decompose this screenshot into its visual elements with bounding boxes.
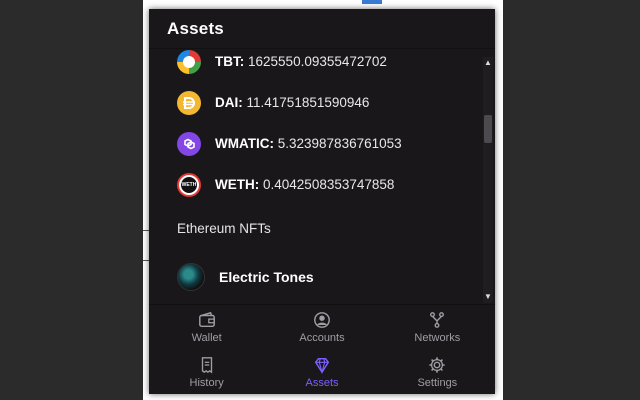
- token-symbol: WETH:: [215, 177, 260, 192]
- token-row-dai[interactable]: DAI: 11.41751851590946: [149, 82, 479, 123]
- nav-label: History: [189, 377, 224, 389]
- nft-row[interactable]: Electric Tones: [149, 253, 479, 301]
- diamond-icon: [314, 357, 330, 374]
- weth-token-icon: WETH: [177, 172, 201, 197]
- scroll-down-arrow-icon[interactable]: ▼: [483, 291, 493, 303]
- nav-label: Assets: [305, 377, 339, 389]
- token-balance: TBT: 1625550.09355472702: [215, 54, 387, 69]
- page-title: Assets: [167, 18, 224, 38]
- token-row-weth[interactable]: WETH WETH: 0.4042508353747858: [149, 164, 479, 205]
- assets-list[interactable]: TBT: 1625550.09355472702 DAI: 11.4175185…: [149, 49, 495, 304]
- scrollbar[interactable]: ▲ ▼: [483, 57, 493, 303]
- background-tab-mark: [362, 0, 382, 4]
- token-value: 5.323987836761053: [277, 136, 402, 151]
- nav-networks[interactable]: Networks: [380, 305, 495, 350]
- token-value: 11.41751851590946: [246, 95, 370, 110]
- scroll-up-arrow-icon[interactable]: ▲: [483, 57, 493, 69]
- account-circle-icon: [314, 312, 330, 328]
- nav-accounts[interactable]: Accounts: [264, 305, 379, 350]
- tbt-token-icon: [177, 49, 201, 74]
- token-balance: DAI: 11.41751851590946: [215, 95, 369, 110]
- scroll-thumb[interactable]: [484, 115, 492, 143]
- nav-label: Wallet: [191, 332, 222, 344]
- token-symbol: DAI:: [215, 95, 243, 110]
- token-symbol: WMATIC:: [215, 136, 274, 151]
- wmatic-token-icon: [177, 131, 201, 156]
- assets-popup: Assets TBT: 1625550.09355472702 DAI: 11.…: [149, 9, 495, 394]
- bottom-navigation: Wallet Accounts Networks History Assets …: [149, 304, 495, 394]
- weth-logo-text: WETH: [181, 176, 197, 193]
- token-value: 1625550.09355472702: [248, 54, 387, 69]
- nav-settings[interactable]: Settings: [380, 350, 495, 394]
- popup-header: Assets: [149, 9, 495, 49]
- token-row-tbt[interactable]: TBT: 1625550.09355472702: [149, 49, 479, 82]
- receipt-icon: [201, 357, 212, 374]
- token-value: 0.4042508353747858: [263, 177, 395, 192]
- nav-label: Accounts: [299, 332, 345, 344]
- nav-assets[interactable]: Assets: [264, 350, 379, 394]
- token-symbol: TBT:: [215, 54, 245, 69]
- token-balance: WETH: 0.4042508353747858: [215, 177, 394, 192]
- network-icon: [430, 312, 445, 328]
- wallet-icon: [198, 311, 215, 328]
- token-row-wmatic[interactable]: WMATIC: 5.323987836761053: [149, 123, 479, 164]
- token-balance: WMATIC: 5.323987836761053: [215, 136, 402, 151]
- gear-icon: [429, 357, 445, 373]
- nav-label: Settings: [417, 377, 458, 389]
- nft-section-title: Ethereum NFTs: [177, 221, 271, 236]
- nav-wallet[interactable]: Wallet: [149, 305, 264, 350]
- nav-history[interactable]: History: [149, 350, 264, 394]
- nft-name: Electric Tones: [219, 269, 314, 285]
- dai-token-icon: [177, 90, 201, 115]
- nft-thumbnail: [177, 263, 205, 291]
- nav-label: Networks: [414, 332, 461, 344]
